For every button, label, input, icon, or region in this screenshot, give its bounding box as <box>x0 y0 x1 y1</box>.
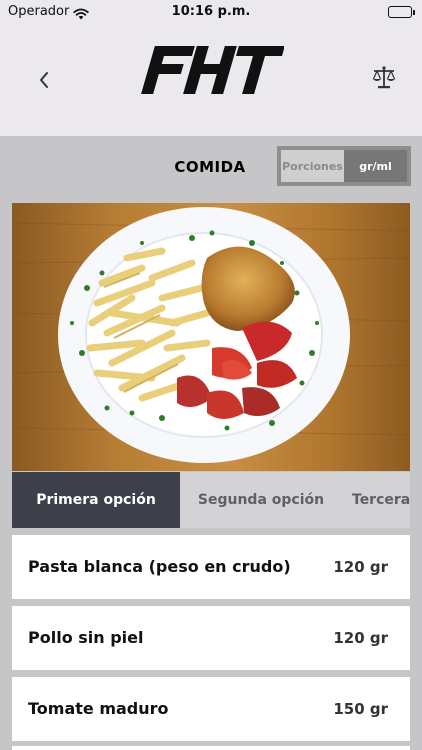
unit-toggle: Porciones gr/ml <box>277 146 411 186</box>
battery-icon <box>388 6 415 18</box>
status-bar: Operador 10:16 p.m. <box>0 0 422 24</box>
food-quantity: 120 gr <box>333 629 388 647</box>
food-item-partial <box>12 746 410 750</box>
meal-title: COMIDA <box>174 158 246 176</box>
tab-segunda-opcion[interactable]: Segunda opción <box>180 472 342 528</box>
tab-primera-opcion[interactable]: Primera opción <box>12 472 180 528</box>
food-name: Pasta blanca (peso en crudo) <box>28 557 291 576</box>
food-item[interactable]: Pollo sin piel 120 gr <box>12 606 410 670</box>
food-quantity: 120 gr <box>333 558 388 576</box>
tab-tercera[interactable]: Tercera <box>352 472 410 528</box>
food-name: Pollo sin piel <box>28 628 144 647</box>
scale-button[interactable] <box>368 62 400 94</box>
food-photo <box>12 203 410 471</box>
food-item[interactable]: Tomate maduro 150 gr <box>12 677 410 741</box>
toggle-porciones[interactable]: Porciones <box>281 150 344 182</box>
food-quantity: 150 gr <box>333 700 388 718</box>
option-tabs: Primera opción Segunda opción Tercera <box>12 472 410 528</box>
back-button[interactable] <box>28 64 60 96</box>
chevron-left-icon <box>40 72 48 88</box>
food-item[interactable]: Pasta blanca (peso en crudo) 120 gr <box>12 535 410 599</box>
nav-bar <box>0 24 422 136</box>
clock: 10:16 p.m. <box>171 4 251 19</box>
fht-logo <box>141 46 284 94</box>
food-name: Tomate maduro <box>28 699 169 718</box>
balance-scale-icon <box>372 66 396 89</box>
toggle-gr-ml[interactable]: gr/ml <box>344 150 407 182</box>
